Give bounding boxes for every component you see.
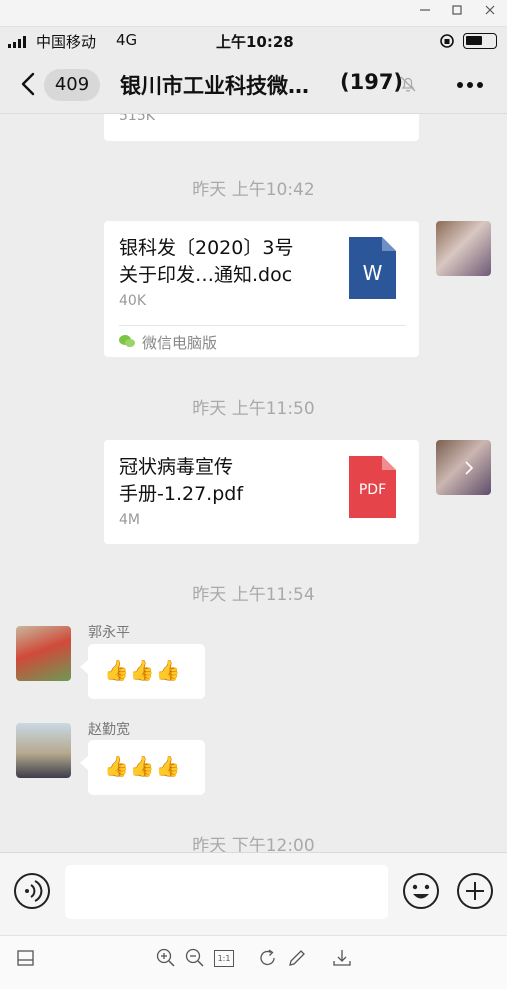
message-text: 👍👍👍: [104, 658, 182, 682]
member-count: (197): [340, 70, 404, 94]
message-input[interactable]: [65, 865, 388, 919]
timestamp: 昨天 上午11:50: [192, 399, 315, 419]
file-name: 冠状病毒宣传 手册-1.27.pdf: [119, 456, 244, 505]
network-label: 4G: [116, 31, 138, 49]
file-size: 4M: [119, 512, 140, 528]
sender-name: 郭永平: [88, 625, 130, 641]
timestamp: 昨天 下午12:00: [192, 836, 315, 852]
file-name: 银科发〔2020〕3号 关于印发…通知.doc: [119, 237, 294, 286]
actual-size-label: 1:1: [214, 950, 234, 967]
more-icon[interactable]: [456, 81, 484, 89]
file-size: 515K: [119, 114, 155, 124]
voice-icon[interactable]: [13, 872, 51, 910]
status-time: 上午10:28: [216, 33, 294, 51]
rotate-icon[interactable]: [256, 946, 280, 970]
file-message-card[interactable]: 银科发〔2020〕3号 关于印发…通知.doc 40K W 微信电脑版: [104, 221, 419, 357]
zoom-in-icon[interactable]: [154, 946, 178, 970]
status-bar: 中国移动 4G 上午10:28: [0, 27, 507, 55]
carrier-label: 中国移动: [36, 33, 97, 51]
avatar[interactable]: [436, 221, 491, 276]
source-label: 微信电脑版: [142, 334, 218, 352]
file-message-card[interactable]: 冠状病毒宣传 手册-1.27.pdf 4M PDF: [104, 440, 419, 544]
input-bar: [0, 852, 507, 935]
chat-title: 银川市工业科技微…: [120, 74, 309, 98]
previous-file-card[interactable]: 515K: [104, 114, 419, 141]
avatar[interactable]: [16, 723, 71, 778]
maximize-icon[interactable]: [446, 3, 468, 23]
avatar[interactable]: [436, 440, 491, 495]
pdf-icon: PDF: [349, 456, 396, 518]
message-bubble[interactable]: 👍👍👍: [80, 740, 205, 795]
wechat-icon: [119, 335, 135, 347]
edit-icon[interactable]: [285, 946, 309, 970]
word-doc-icon: W: [349, 237, 396, 299]
avatar[interactable]: [16, 626, 71, 681]
orientation-lock-icon: [440, 34, 454, 48]
message-list[interactable]: 515K 昨天 上午10:42 银科发〔2020〕3号 关于印发…通知.doc …: [0, 114, 507, 852]
message-text: 👍👍👍: [104, 754, 182, 778]
plus-icon[interactable]: [456, 872, 494, 910]
zoom-out-icon[interactable]: [183, 946, 207, 970]
message-bubble[interactable]: 👍👍👍: [80, 644, 205, 699]
timestamp: 昨天 上午10:42: [192, 180, 315, 200]
signal-icon: [8, 36, 26, 48]
divider: [119, 325, 406, 326]
close-icon[interactable]: [479, 3, 501, 23]
window-titlebar: [0, 0, 507, 27]
back-icon[interactable]: [20, 72, 36, 96]
sidebar-icon[interactable]: [14, 946, 38, 970]
chevron-right-icon: [465, 461, 474, 475]
bell-off-icon: [400, 76, 416, 92]
file-size: 40K: [119, 293, 146, 309]
viewer-toolbar: 1:1: [0, 935, 507, 989]
download-icon[interactable]: [330, 946, 354, 970]
chat-header: 409 银川市工业科技微… (197): [0, 55, 507, 114]
unread-badge[interactable]: 409: [44, 69, 100, 101]
minimize-icon[interactable]: [414, 3, 436, 23]
timestamp: 昨天 上午11:54: [192, 585, 315, 605]
sender-name: 赵勤宽: [88, 722, 130, 738]
actual-size-icon[interactable]: 1:1: [212, 946, 236, 970]
emoji-icon[interactable]: [402, 872, 440, 910]
battery-icon: [463, 33, 497, 49]
